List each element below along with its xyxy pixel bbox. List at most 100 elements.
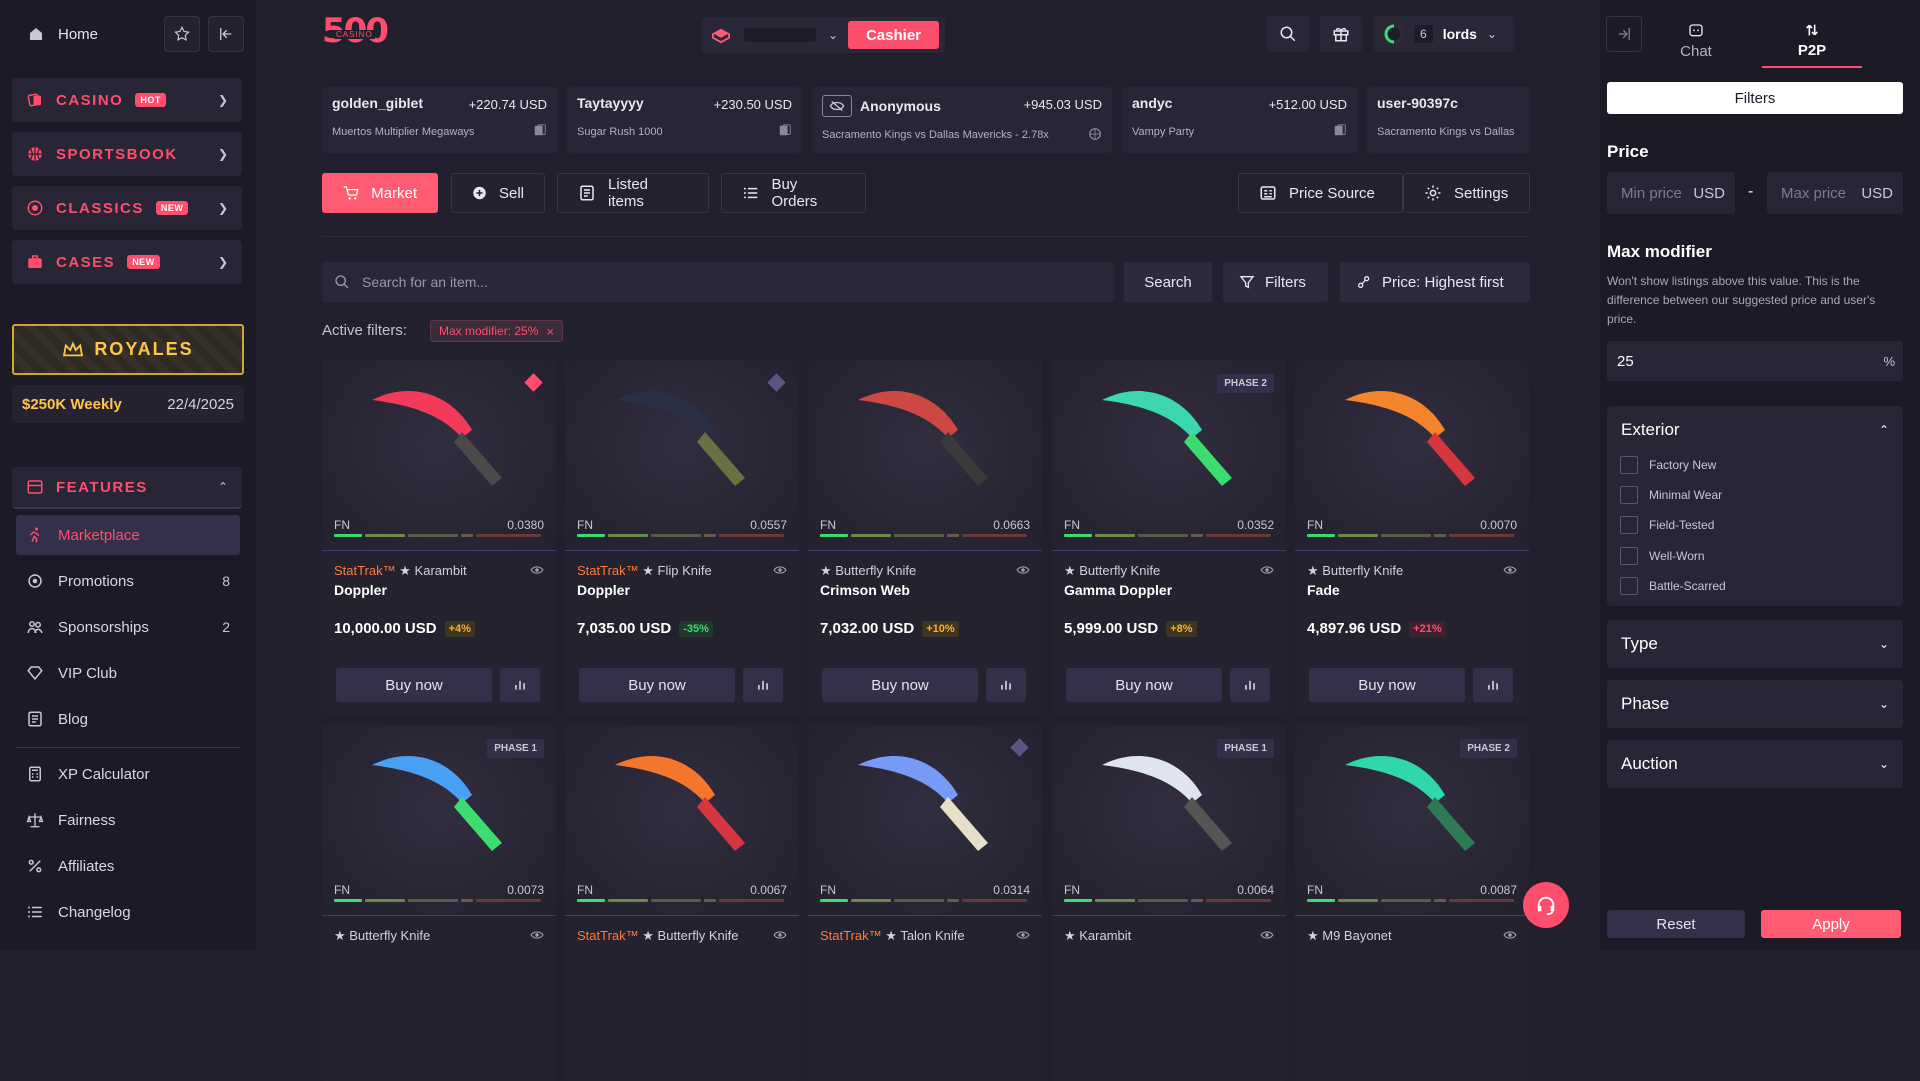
- search-submit-button[interactable]: Search: [1124, 262, 1212, 302]
- tab-sell[interactable]: Sell: [451, 173, 545, 213]
- item-card[interactable]: FN 0.0070 ★ Butterfly Knife Fade 4,897.9…: [1295, 360, 1529, 716]
- checkbox[interactable]: [1620, 516, 1638, 534]
- phase-accordion[interactable]: Phase ⌄: [1607, 680, 1903, 728]
- checkbox[interactable]: [1620, 547, 1638, 565]
- sidebar-cat-sportsbook[interactable]: SPORTSBOOK ❯: [12, 132, 242, 176]
- sidebar-item-changelog[interactable]: Changelog: [16, 892, 240, 932]
- recent-win-card[interactable]: Taytayyyy +230.50 USD Sugar Rush 1000: [567, 87, 802, 153]
- sidebar-item-fairness[interactable]: Fairness: [16, 800, 240, 840]
- sidebar-cat-classics[interactable]: CLASSICS NEW ❯: [12, 186, 242, 230]
- tab-market[interactable]: Market: [322, 173, 438, 213]
- logo[interactable]: 500 CASINO: [322, 12, 389, 56]
- item-card[interactable]: PHASE 1 FN 0.0064 ★ Karambit: [1052, 725, 1286, 1081]
- item-card[interactable]: PHASE 2 FN 0.0352 ★ Butterfly Knife Gamm…: [1052, 360, 1286, 716]
- sidebar-cat-cases[interactable]: CASES NEW ❯: [12, 240, 242, 284]
- sidebar-item-promotions[interactable]: Promotions 8: [16, 561, 240, 601]
- collapse-panel-button[interactable]: [1606, 16, 1642, 52]
- close-icon[interactable]: ×: [546, 324, 554, 339]
- item-card[interactable]: FN 0.0663 ★ Butterfly Knife Crimson Web …: [808, 360, 1042, 716]
- sidebar-cat-casino[interactable]: CASINO HOT ❯: [12, 78, 242, 122]
- item-card[interactable]: FN 0.0380 StatTrak™ ★ Karambit Doppler 1…: [322, 360, 556, 716]
- home-link[interactable]: Home: [12, 26, 156, 43]
- price-history-button[interactable]: [1473, 668, 1513, 702]
- exterior-option[interactable]: Field-Tested: [1620, 516, 1714, 534]
- search-button[interactable]: [1267, 16, 1309, 52]
- price-history-button[interactable]: [500, 668, 540, 702]
- exterior-option[interactable]: Well-Worn: [1620, 547, 1705, 565]
- buy-now-button[interactable]: Buy now: [1309, 668, 1465, 702]
- cashier-button[interactable]: Cashier: [847, 21, 939, 49]
- support-button[interactable]: [1523, 882, 1569, 928]
- wear-bar: [1307, 534, 1517, 537]
- checkbox[interactable]: [1620, 456, 1638, 474]
- checkbox[interactable]: [1620, 577, 1638, 595]
- favorites-button[interactable]: [164, 16, 200, 52]
- type-accordion[interactable]: Type ⌄: [1607, 620, 1903, 668]
- settings-button[interactable]: Settings: [1403, 173, 1530, 213]
- tab-buy-orders[interactable]: Buy Orders: [721, 173, 866, 213]
- auction-header[interactable]: Auction ⌄: [1607, 740, 1903, 788]
- tab-p2p[interactable]: P2P: [1762, 14, 1862, 68]
- type-header[interactable]: Type ⌄: [1607, 620, 1903, 668]
- sidebar-item-blog[interactable]: Blog: [16, 699, 240, 739]
- sidebar-item-vip-club[interactable]: VIP Club: [16, 653, 240, 693]
- reset-button[interactable]: Reset: [1607, 910, 1745, 938]
- search-input[interactable]: Search for an item...: [322, 262, 1114, 302]
- eye-icon[interactable]: [1503, 929, 1517, 943]
- checkbox[interactable]: [1620, 486, 1638, 504]
- recent-win-card[interactable]: golden_giblet +220.74 USD Muertos Multip…: [322, 87, 557, 153]
- max-modifier-input[interactable]: 25 %: [1607, 341, 1903, 381]
- sidebar-item-sponsorships[interactable]: Sponsorships 2: [16, 607, 240, 647]
- sort-button[interactable]: Price: Highest first: [1340, 262, 1530, 302]
- min-price-input[interactable]: Min price USD: [1607, 172, 1735, 214]
- price-history-button[interactable]: [743, 668, 783, 702]
- item-card[interactable]: FN 0.0067 StatTrak™ ★ Butterfly Knife: [565, 725, 799, 1081]
- eye-icon[interactable]: [530, 929, 544, 943]
- royales-banner[interactable]: ROYALES: [12, 324, 244, 375]
- eye-icon[interactable]: [1016, 564, 1030, 578]
- features-header[interactable]: FEATURES ⌃: [12, 467, 242, 509]
- sidebar-item-affiliates[interactable]: Affiliates: [16, 846, 240, 886]
- filters-button[interactable]: Filters: [1223, 262, 1328, 302]
- price-history-button[interactable]: [1230, 668, 1270, 702]
- price-history-button[interactable]: [986, 668, 1026, 702]
- item-card[interactable]: FN 0.0314 StatTrak™ ★ Talon Knife: [808, 725, 1042, 1081]
- rewards-button[interactable]: [1320, 16, 1362, 52]
- filters-toggle-button[interactable]: Filters: [1607, 82, 1903, 114]
- exterior-option[interactable]: Factory New: [1620, 456, 1716, 474]
- eye-icon[interactable]: [530, 564, 544, 578]
- balance-bar[interactable]: ⌄ Cashier: [702, 17, 945, 53]
- exterior-option[interactable]: Battle-Scarred: [1620, 577, 1726, 595]
- sidebar-item-marketplace[interactable]: Marketplace: [16, 515, 240, 555]
- eye-icon[interactable]: [1016, 929, 1030, 943]
- eye-icon[interactable]: [1260, 564, 1274, 578]
- buy-now-button[interactable]: Buy now: [822, 668, 978, 702]
- sidebar-item-xp-calculator[interactable]: XP Calculator: [16, 754, 240, 794]
- buy-now-button[interactable]: Buy now: [579, 668, 735, 702]
- eye-icon[interactable]: [773, 564, 787, 578]
- max-price-input[interactable]: Max price USD: [1767, 172, 1903, 214]
- exterior-option[interactable]: Minimal Wear: [1620, 486, 1722, 504]
- item-card[interactable]: PHASE 1 FN 0.0073 ★ Butterfly Knife: [322, 725, 556, 1081]
- auction-accordion[interactable]: Auction ⌄: [1607, 740, 1903, 788]
- tab-listed-items[interactable]: Listed items: [557, 173, 709, 213]
- phase-header[interactable]: Phase ⌄: [1607, 680, 1903, 728]
- recent-win-card[interactable]: Anonymous +945.03 USD Sacramento Kings v…: [812, 87, 1112, 153]
- eye-icon[interactable]: [1503, 564, 1517, 578]
- collapse-sidebar-button[interactable]: [208, 16, 244, 52]
- recent-win-card[interactable]: andyc +512.00 USD Vampy Party: [1122, 87, 1357, 153]
- recent-win-card[interactable]: user-90397c Sacramento Kings vs Dallas: [1367, 87, 1530, 153]
- price-source-button[interactable]: Price Source: [1238, 173, 1403, 213]
- user-menu[interactable]: 6 lords ⌄: [1374, 16, 1514, 52]
- buy-now-button[interactable]: Buy now: [1066, 668, 1222, 702]
- apply-button[interactable]: Apply: [1761, 910, 1901, 938]
- item-card[interactable]: PHASE 2 FN 0.0087 ★ M9 Bayonet: [1295, 725, 1529, 1081]
- item-card[interactable]: FN 0.0557 StatTrak™ ★ Flip Knife Doppler…: [565, 360, 799, 716]
- tab-chat[interactable]: Chat: [1646, 14, 1746, 68]
- eye-icon[interactable]: [1260, 929, 1274, 943]
- buy-now-button[interactable]: Buy now: [336, 668, 492, 702]
- chevron-down-icon[interactable]: ⌄: [828, 28, 838, 42]
- eye-icon[interactable]: [773, 929, 787, 943]
- active-filter-chip[interactable]: Max modifier: 25% ×: [430, 320, 563, 342]
- exterior-header[interactable]: Exterior ⌃: [1607, 406, 1903, 454]
